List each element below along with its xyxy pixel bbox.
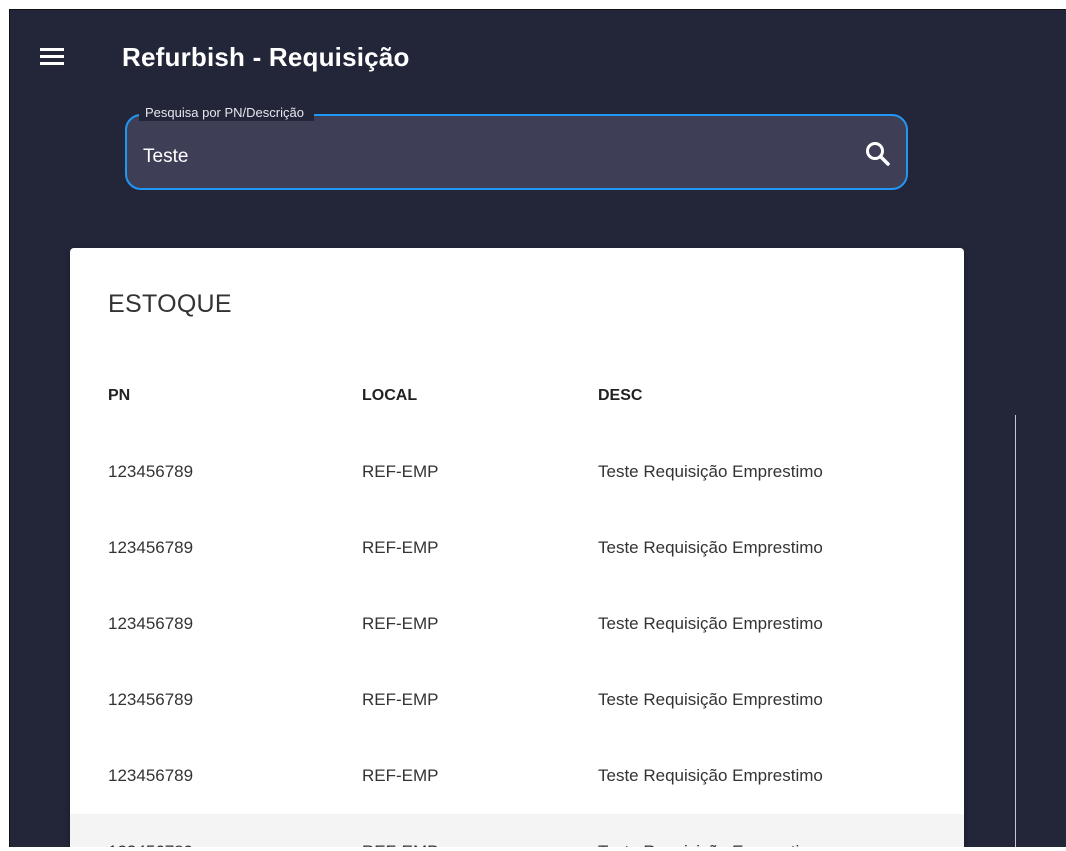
page-title: Refurbish - Requisição xyxy=(122,42,410,72)
card-title: ESTOQUE xyxy=(108,290,232,318)
table-row[interactable]: 123456789 REF-EMP Teste Requisição Empre… xyxy=(70,586,964,662)
column-header-desc[interactable]: DESC xyxy=(598,358,642,434)
stock-card: ESTOQUE PN LOCAL DESC 123456789 REF-EMP … xyxy=(70,248,964,847)
cell-local: REF-EMP xyxy=(362,462,439,481)
cell-local: REF-EMP xyxy=(362,538,439,557)
menu-icon[interactable] xyxy=(37,46,69,72)
table-row[interactable]: 123456789 REF-EMP Teste Requisição Empre… xyxy=(70,662,964,738)
scrollbar-track[interactable] xyxy=(1015,415,1016,847)
cell-local: REF-EMP xyxy=(362,614,439,633)
cell-desc: Teste Requisição Emprestimo xyxy=(598,462,823,481)
app-window: Refurbish - Requisição Pesquisa por PN/D… xyxy=(9,9,1066,847)
cell-pn: 123456789 xyxy=(108,614,194,633)
search-label: Pesquisa por PN/Descrição xyxy=(139,105,314,121)
cell-pn: 123456789 xyxy=(108,766,194,785)
search-icon[interactable] xyxy=(864,140,892,168)
column-header-local[interactable]: LOCAL xyxy=(362,358,417,434)
table-row[interactable]: 123456789 REF-EMP Teste Requisição Empre… xyxy=(70,510,964,586)
cell-pn: 123456789 xyxy=(108,462,194,481)
cell-desc: Teste Requisição Emprestimo xyxy=(598,690,823,709)
cell-pn: 123456789 xyxy=(108,538,194,557)
cell-desc: Teste Requisição Emprestimo xyxy=(598,766,823,785)
table-row[interactable]: 123456789 REF-EMP Teste Requisição Empre… xyxy=(70,434,964,510)
cell-desc: Teste Requisição Emprestimo xyxy=(598,814,823,847)
cell-local: REF-EMP xyxy=(362,690,439,709)
cell-desc: Teste Requisição Emprestimo xyxy=(598,538,823,557)
cell-local: REF-EMP xyxy=(362,814,439,847)
cell-local: REF-EMP xyxy=(362,766,439,785)
table-row[interactable]: 123456789 REF-EMP Teste Requisição Empre… xyxy=(70,738,964,814)
table-header-row: PN LOCAL DESC xyxy=(70,358,964,434)
search-input[interactable] xyxy=(143,140,823,174)
column-header-pn[interactable]: PN xyxy=(108,358,130,434)
stock-table: PN LOCAL DESC 123456789 REF-EMP Teste Re… xyxy=(70,358,964,847)
table-row[interactable]: 123456789 REF-EMP Teste Requisição Empre… xyxy=(70,814,964,847)
cell-desc: Teste Requisição Emprestimo xyxy=(598,614,823,633)
search-field[interactable]: Pesquisa por PN/Descrição xyxy=(125,105,908,190)
cell-pn: 123456789 xyxy=(108,814,193,847)
cell-pn: 123456789 xyxy=(108,690,194,709)
